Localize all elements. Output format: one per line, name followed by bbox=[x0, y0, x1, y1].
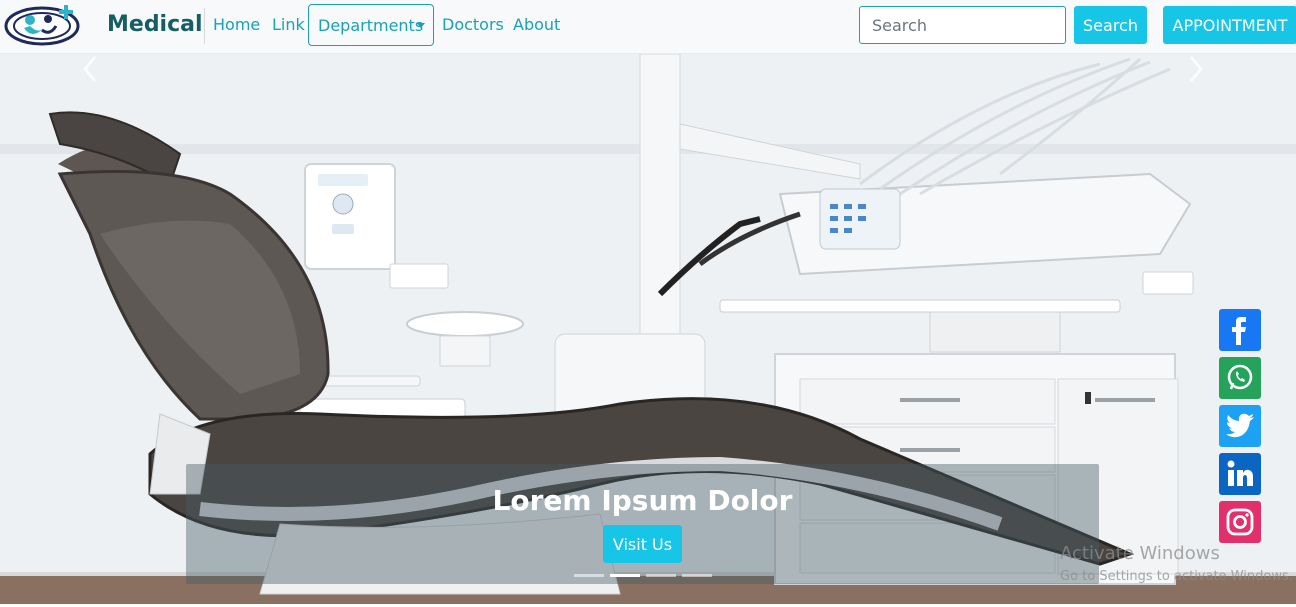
brand-logo[interactable] bbox=[4, 4, 84, 46]
carousel-caption-panel bbox=[186, 464, 1099, 584]
carousel-next-icon[interactable] bbox=[1186, 54, 1206, 84]
twitter-icon[interactable] bbox=[1219, 405, 1261, 447]
search-button[interactable]: Search bbox=[1074, 6, 1147, 44]
carousel-indicator-4[interactable] bbox=[682, 574, 712, 577]
brand-name[interactable]: Medical bbox=[107, 12, 203, 37]
navbar: Medical Home Link Departments Doctors Ab… bbox=[0, 0, 1296, 54]
carousel-indicator-2[interactable] bbox=[610, 574, 640, 577]
nav-doctors[interactable]: Doctors bbox=[442, 15, 504, 34]
nav-link[interactable]: Link bbox=[272, 15, 305, 34]
nav-home[interactable]: Home bbox=[213, 15, 260, 34]
whatsapp-icon[interactable] bbox=[1219, 357, 1261, 399]
search-input[interactable] bbox=[859, 6, 1066, 44]
activate-windows-subtitle: Go to Settings to activate Windows. bbox=[1060, 569, 1293, 584]
activate-windows-title: Activate Windows bbox=[1060, 543, 1220, 564]
linkedin-icon[interactable] bbox=[1219, 453, 1261, 495]
carousel-indicator-1[interactable] bbox=[574, 574, 604, 577]
chevron-down-icon bbox=[417, 23, 425, 28]
hero-carousel: Lorem Ipsum Dolor Visit Us bbox=[0, 54, 1296, 604]
nav-about[interactable]: About bbox=[513, 15, 560, 34]
carousel-caption-title: Lorem Ipsum Dolor bbox=[492, 484, 793, 517]
brand-divider bbox=[204, 8, 205, 44]
instagram-icon[interactable] bbox=[1219, 501, 1261, 543]
nav-departments-dropdown[interactable]: Departments bbox=[308, 4, 434, 46]
visit-us-button[interactable]: Visit Us bbox=[603, 525, 682, 563]
nav-departments-label: Departments bbox=[318, 15, 424, 35]
carousel-indicator-3[interactable] bbox=[646, 574, 676, 577]
facebook-icon[interactable] bbox=[1219, 309, 1261, 351]
appointment-button[interactable]: APPOINTMENT bbox=[1163, 6, 1296, 44]
carousel-prev-icon[interactable] bbox=[80, 54, 100, 84]
